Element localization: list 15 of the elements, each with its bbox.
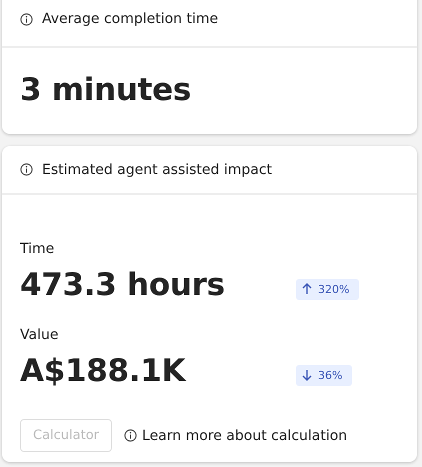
metric-value: 473.3 hours bbox=[20, 267, 226, 303]
metric-label: Value bbox=[20, 327, 60, 343]
change-badge: 320% bbox=[296, 278, 360, 300]
info-icon bbox=[124, 429, 138, 442]
arrow-up-icon bbox=[302, 283, 312, 295]
metric-label: Time bbox=[20, 241, 56, 257]
arrow-down-icon bbox=[302, 369, 312, 381]
card-title: Estimated agent assisted impact bbox=[42, 162, 272, 178]
info-icon bbox=[20, 12, 33, 26]
learn-more-link[interactable]: Learn more about calculation bbox=[124, 428, 348, 444]
change-badge: 36% bbox=[296, 364, 352, 386]
metric-value: A$188.1K bbox=[20, 353, 188, 389]
info-icon bbox=[20, 163, 33, 176]
card-title: Average completion time bbox=[42, 11, 218, 27]
metric-value: 3 minutes bbox=[20, 72, 192, 108]
